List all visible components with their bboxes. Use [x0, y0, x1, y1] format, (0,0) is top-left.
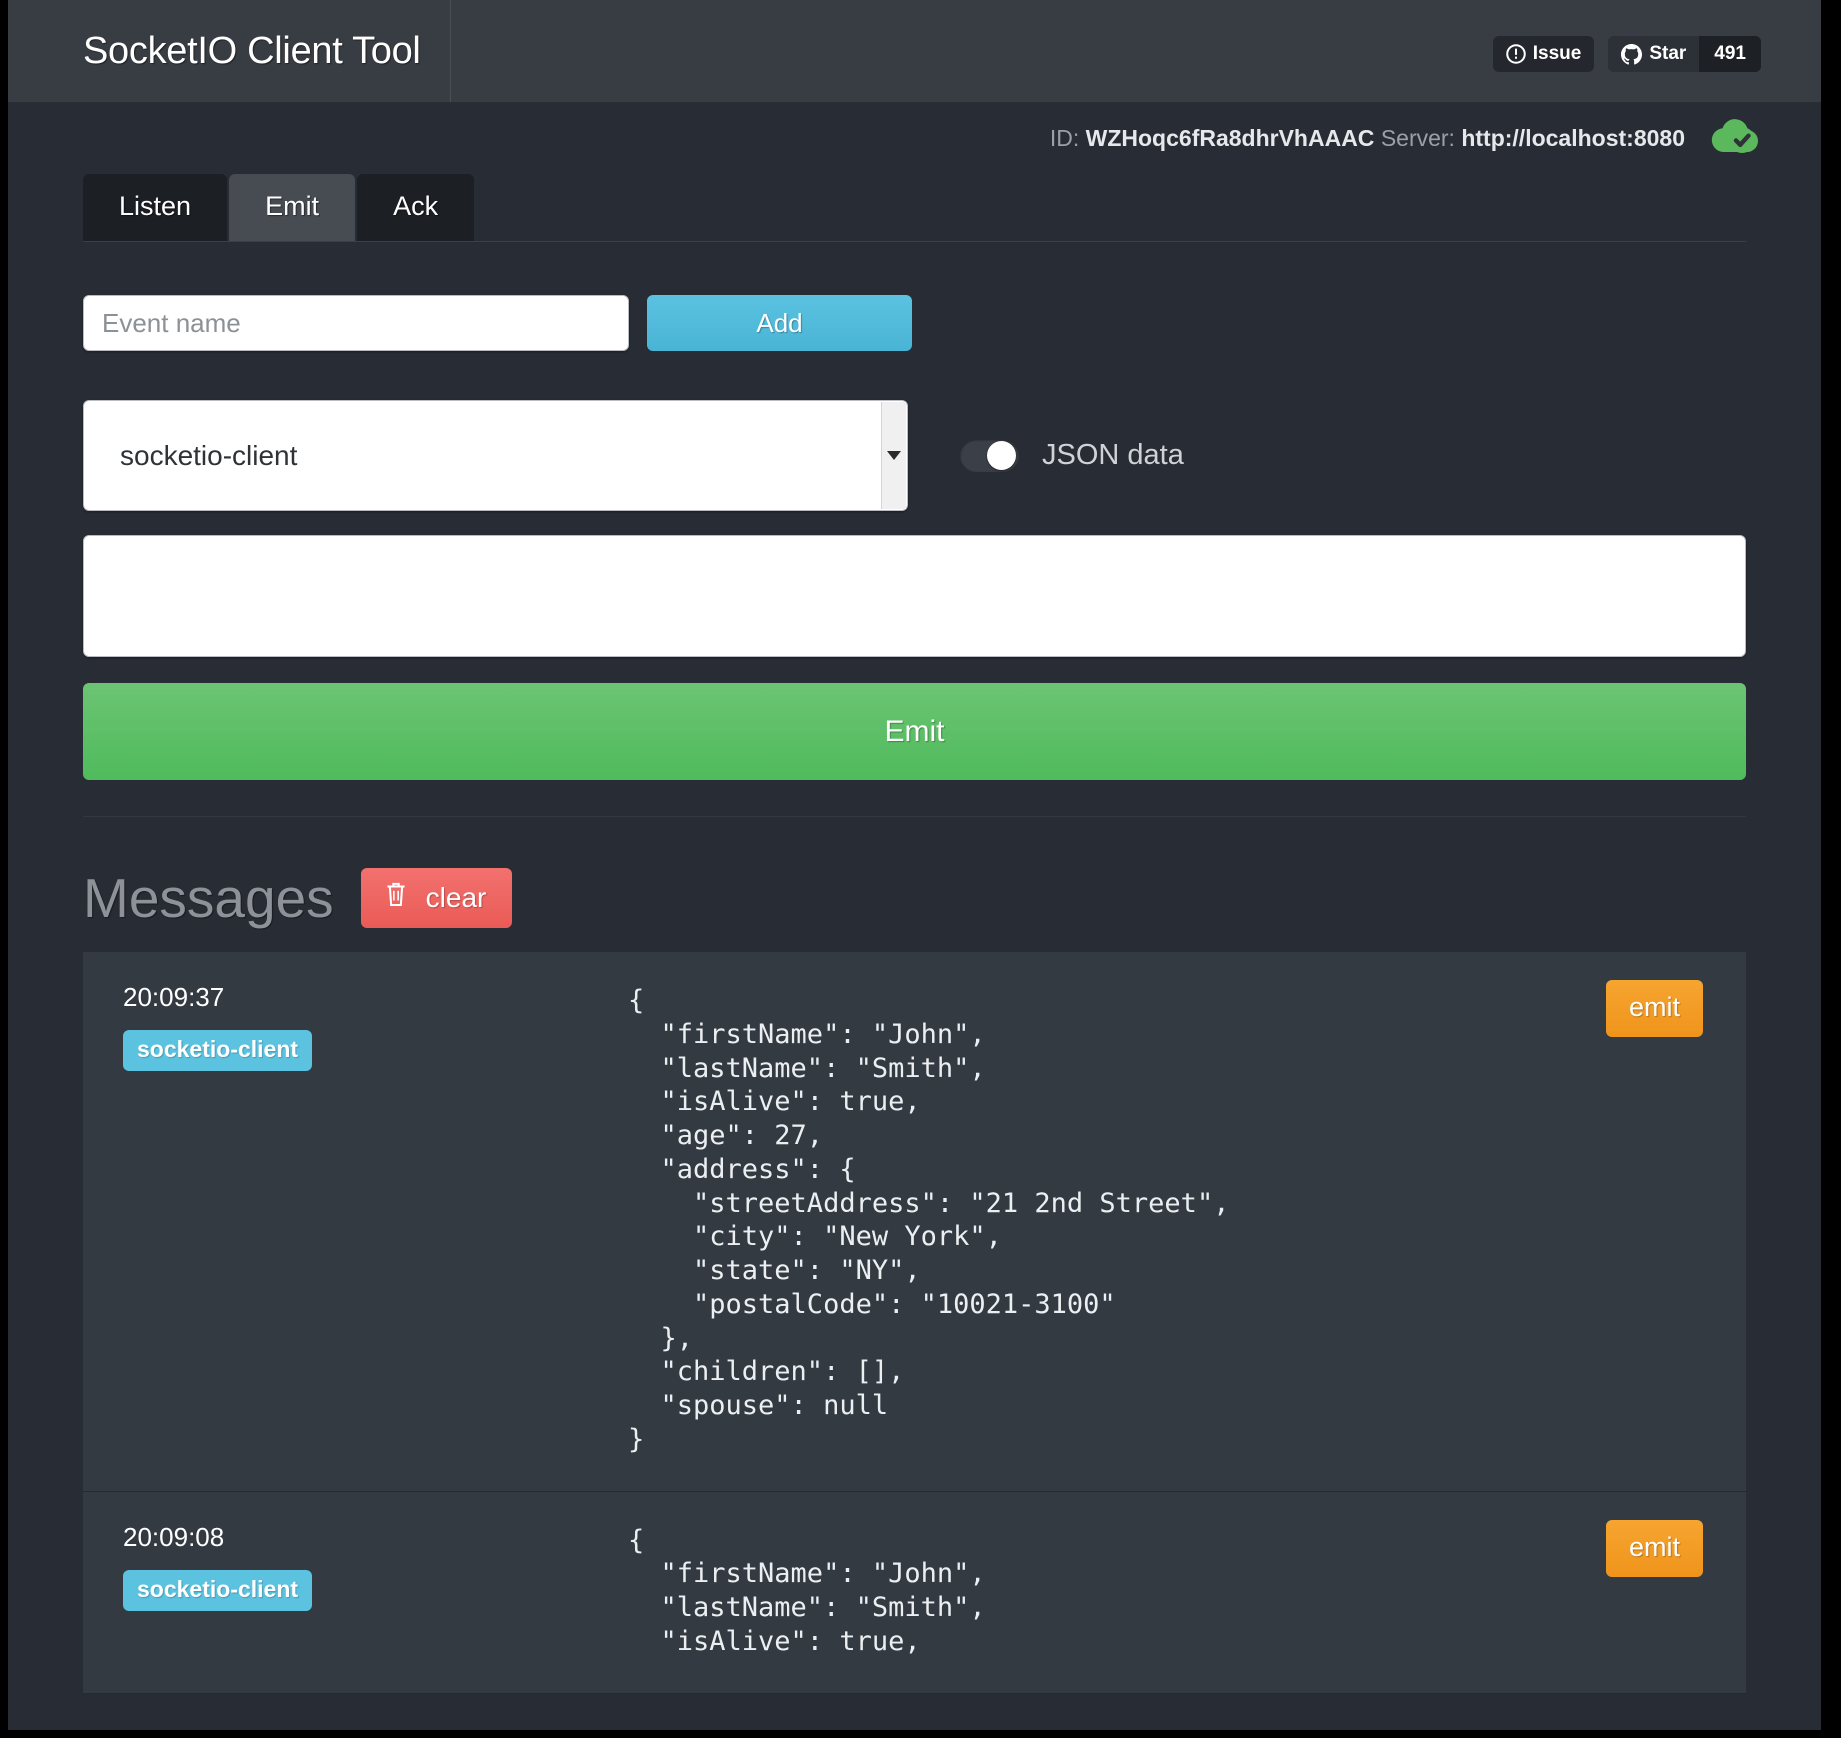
event-name-input[interactable]	[83, 295, 629, 351]
json-data-label: JSON data	[1042, 439, 1184, 471]
event-select-value: socketio-client	[120, 439, 298, 471]
event-select[interactable]: socketio-client	[83, 400, 908, 511]
message-event-badge: socketio-client	[123, 1030, 313, 1071]
message-emit-button[interactable]: emit	[1605, 1519, 1703, 1577]
tab-emit[interactable]: Emit	[229, 174, 356, 241]
tabs-wrap: Listen Emit Ack	[8, 174, 1821, 242]
messages-list: 20:09:37 socketio-client { "firstName": …	[83, 952, 1746, 1694]
connection-server-value: http://localhost:8080	[1461, 124, 1685, 151]
event-select-row: socketio-client JSON data	[83, 400, 1746, 511]
cloud-check-icon	[1711, 116, 1761, 161]
message-meta: 20:09:08 socketio-client	[83, 1522, 628, 1659]
issue-button[interactable]: Issue	[1492, 36, 1595, 72]
message-meta: 20:09:37 socketio-client	[83, 982, 628, 1457]
tab-listen[interactable]: Listen	[83, 174, 228, 241]
message-event-badge: socketio-client	[123, 1569, 313, 1611]
message-emit-button[interactable]: emit	[1605, 980, 1703, 1037]
message-payload: { "firstName": "John", "lastName": "Smit…	[628, 985, 1230, 1455]
clear-label: clear	[425, 881, 487, 913]
connection-server-label: Server:	[1380, 124, 1455, 151]
app-viewport: SocketIO Client Tool Issue Star 491 ID: …	[8, 0, 1821, 1730]
connection-id-label: ID:	[1049, 124, 1080, 151]
brand-cell: SocketIO Client Tool	[8, 0, 451, 102]
add-event-row: Add	[83, 295, 1746, 351]
chevron-down-icon	[887, 451, 901, 460]
emit-button[interactable]: Emit	[83, 683, 1746, 780]
issue-icon	[1505, 44, 1526, 64]
github-icon	[1621, 43, 1643, 65]
add-button[interactable]: Add	[647, 295, 912, 351]
message-payload: { "firstName": "John", "lastName": "Smit…	[628, 1524, 986, 1657]
json-data-toggle-wrap: JSON data	[960, 439, 1184, 472]
messages-title: Messages	[83, 867, 334, 929]
toggle-knob	[987, 441, 1016, 470]
message-time: 20:09:08	[123, 1521, 225, 1552]
star-button[interactable]: Star	[1608, 36, 1700, 72]
connection-id-value: WZHoqc6fRa8dhrVhAAAC	[1085, 124, 1375, 151]
message-time: 20:09:37	[123, 982, 225, 1012]
connection-info: ID: WZHoqc6fRa8dhrVhAAAC Server: http://…	[8, 102, 1821, 174]
emit-panel: Add socketio-client JSON data Emit Messa…	[8, 295, 1821, 1694]
json-data-toggle[interactable]	[960, 439, 1019, 472]
select-scrollbar[interactable]	[881, 402, 906, 509]
messages-header: Messages clear	[83, 866, 1746, 930]
connection-text: ID: WZHoqc6fRa8dhrVhAAAC Server: http://…	[1050, 125, 1685, 152]
star-count[interactable]: 491	[1699, 36, 1761, 72]
github-buttons: Issue Star 491	[1492, 36, 1761, 72]
app-title: SocketIO Client Tool	[83, 29, 421, 72]
clear-messages-button[interactable]: clear	[360, 868, 513, 928]
app-header: SocketIO Client Tool Issue Star 491	[8, 0, 1821, 102]
emit-data-textarea[interactable]	[83, 535, 1746, 657]
tab-ack[interactable]: Ack	[357, 174, 475, 241]
star-button-group: Star 491	[1608, 36, 1761, 72]
trash-icon	[383, 880, 409, 915]
issue-label: Issue	[1532, 43, 1582, 64]
star-label: Star	[1649, 43, 1687, 64]
table-row: 20:09:37 socketio-client { "firstName": …	[83, 952, 1746, 1492]
form-divider	[83, 816, 1746, 817]
table-row: 20:09:08 socketio-client { "firstName": …	[83, 1491, 1746, 1694]
tab-bar: Listen Emit Ack	[83, 174, 1746, 242]
